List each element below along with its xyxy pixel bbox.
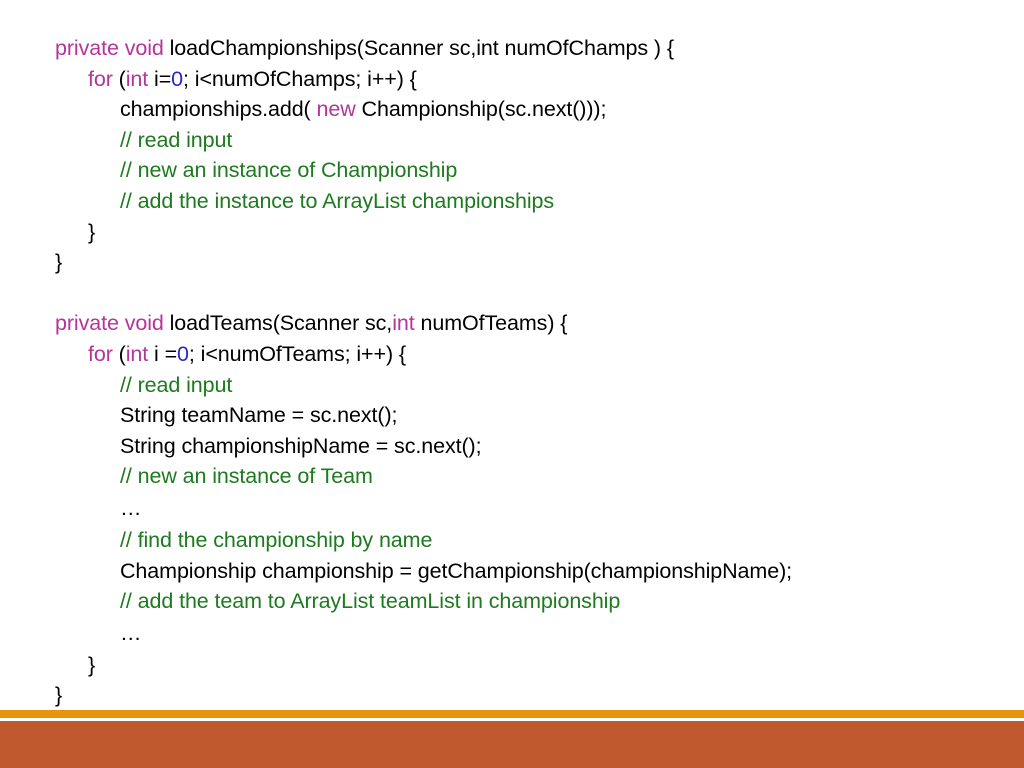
code-line: private void loadTeams(Scanner sc,int nu… bbox=[55, 308, 995, 339]
code-token-plain: } bbox=[88, 652, 96, 677]
code-token-plain: loadTeams(Scanner sc, bbox=[163, 311, 393, 336]
code-token-plain: Championship(sc.next())); bbox=[355, 97, 607, 122]
code-line: for (int i =0; i<numOfTeams; i++) { bbox=[55, 339, 995, 370]
slide-canvas: private void loadChampionships(Scanner s… bbox=[0, 0, 1024, 768]
code-token-plain: ( bbox=[112, 66, 126, 91]
code-line: … bbox=[55, 492, 995, 525]
code-token-number: 0 bbox=[171, 66, 184, 91]
code-line: String teamName = sc.next(); bbox=[55, 400, 995, 431]
code-token-keyword: new bbox=[316, 97, 356, 122]
code-token-comment: // new an instance of Championship bbox=[120, 158, 458, 183]
code-line: } bbox=[55, 650, 995, 681]
code-token-plain: String championshipName = sc.next(); bbox=[120, 433, 482, 458]
code-token-plain: … bbox=[120, 620, 142, 645]
code-token-comment: // read input bbox=[120, 127, 233, 152]
code-line: // find the championship by name bbox=[55, 525, 995, 556]
code-line: // add the team to ArrayList teamList in… bbox=[55, 586, 995, 617]
code-token-comment: // add the team to ArrayList teamList in… bbox=[120, 589, 621, 614]
code-token-plain: String teamName = sc.next(); bbox=[120, 403, 398, 428]
code-token-number: 0 bbox=[177, 341, 189, 366]
code-line: // add the instance to ArrayList champio… bbox=[55, 186, 995, 217]
code-token-keyword: int bbox=[125, 66, 149, 91]
code-line: // new an instance of Championship bbox=[55, 155, 995, 186]
code-token-plain: i = bbox=[148, 341, 178, 366]
code-token-plain: ; i<numOfChamps; i++) { bbox=[183, 66, 417, 91]
code-token-plain: loadChampionships(Scanner sc,int numOfCh… bbox=[163, 36, 674, 60]
code-token-plain: ; i<numOfTeams; i++) { bbox=[188, 341, 406, 366]
code-token-keyword: for bbox=[88, 66, 113, 91]
code-token-plain: ( bbox=[112, 341, 126, 366]
code-line: } bbox=[55, 217, 995, 248]
code-token-plain: … bbox=[120, 495, 142, 520]
code-token-plain: numOfTeams) { bbox=[414, 311, 568, 336]
code-token-comment: // add the instance to ArrayList champio… bbox=[120, 188, 555, 213]
code-token-keyword: int bbox=[125, 341, 149, 366]
code-line: championships.add( new Championship(sc.n… bbox=[55, 94, 995, 125]
code-token-keyword: for bbox=[88, 341, 113, 366]
code-line: String championshipName = sc.next(); bbox=[55, 431, 995, 462]
code-line: // read input bbox=[55, 125, 995, 156]
code-token-plain: } bbox=[88, 219, 96, 244]
code-token-plain: championships.add( bbox=[120, 97, 317, 122]
code-token-plain: } bbox=[55, 250, 63, 275]
code-block: private void loadChampionships(Scanner s… bbox=[55, 33, 995, 711]
code-line: private void loadChampionships(Scanner s… bbox=[55, 33, 995, 64]
code-token-plain: } bbox=[55, 683, 63, 708]
code-line: … bbox=[55, 617, 995, 650]
footer-accent-stripe bbox=[0, 710, 1024, 718]
code-token-plain: i= bbox=[148, 66, 172, 91]
code-token-keyword: private void bbox=[55, 36, 164, 60]
code-token-keyword: private void bbox=[55, 311, 164, 336]
code-line: for (int i=0; i<numOfChamps; i++) { bbox=[55, 64, 995, 95]
code-token-comment: // read input bbox=[120, 372, 233, 397]
code-token-keyword: int bbox=[392, 311, 415, 336]
code-line: Championship championship = getChampions… bbox=[55, 556, 995, 587]
code-line: } bbox=[55, 680, 995, 711]
code-line: // read input bbox=[55, 370, 995, 401]
code-token-comment: // new an instance of Team bbox=[120, 464, 373, 489]
code-token-plain: Championship championship = getChampions… bbox=[120, 558, 793, 583]
code-line: // new an instance of Team bbox=[55, 461, 995, 492]
footer-accent-band bbox=[0, 721, 1024, 768]
code-token-comment: // find the championship by name bbox=[120, 527, 433, 552]
code-line: } bbox=[55, 247, 995, 278]
